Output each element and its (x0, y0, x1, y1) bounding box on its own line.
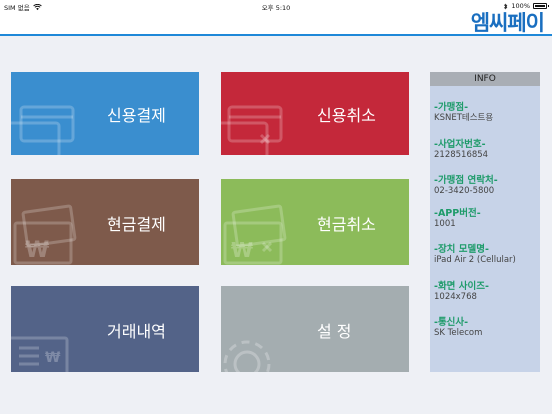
battery-percent: 100% (511, 2, 530, 10)
info-value: 2128516854 (434, 150, 489, 160)
info-value: iPad Air 2 (Cellular) (434, 255, 516, 265)
transaction-list-icon: ₩ (11, 336, 69, 372)
credit-card-cancel-icon (221, 105, 283, 155)
credit-cancel-button[interactable]: 신용취소 (221, 72, 409, 155)
tile-label: 현금결제 (107, 215, 166, 234)
cash-won-icon: ₩ (13, 204, 77, 265)
info-merchant: -가맹점- KSNET테스트용 (434, 102, 538, 124)
svg-text:₩: ₩ (45, 350, 61, 366)
info-key: -사업자번호- (434, 139, 486, 150)
info-title: INFO (430, 72, 540, 86)
gear-icon (223, 340, 271, 372)
app-logo: 엠씨페이 (470, 11, 545, 35)
cash-cancel-button[interactable]: ₩ 현금취소 (221, 179, 409, 265)
cash-payment-button[interactable]: ₩ 현금결제 (11, 179, 199, 265)
info-key: -가맹점- (434, 102, 469, 113)
info-device-model: -장치 모델명- iPad Air 2 (Cellular) (434, 244, 538, 266)
info-value: 1001 (434, 219, 456, 229)
info-value: SK Telecom (434, 328, 483, 338)
info-merchant-contact: -가맹점 연락처- 02-3420-5800 (434, 175, 538, 197)
info-key: -APP버전- (434, 208, 481, 219)
bluetooth-icon (504, 2, 508, 10)
info-carrier: -통신사- SK Telecom (434, 317, 538, 339)
transaction-history-button[interactable]: ₩ 거래내역 (11, 286, 199, 372)
tile-label: 신용결제 (107, 106, 166, 125)
info-key: -장치 모델명- (434, 244, 489, 255)
info-value: KSNET테스트용 (434, 113, 494, 123)
info-key: -가맹점 연락처- (434, 175, 498, 186)
cash-won-cancel-icon: ₩ (223, 204, 287, 265)
info-value: 02-3420-5800 (434, 186, 495, 196)
settings-button[interactable]: 설 정 (221, 286, 409, 372)
tile-label: 설 정 (317, 322, 352, 341)
info-screen-size: -화면 사이즈- 1024x768 (434, 281, 538, 303)
tile-label: 신용취소 (317, 106, 376, 125)
battery-icon (533, 3, 549, 9)
info-app-version: -APP버전- 1001 (434, 208, 538, 230)
info-value: 1024x768 (434, 292, 477, 302)
credit-payment-button[interactable]: 신용결제 (11, 72, 199, 155)
svg-text:₩: ₩ (231, 238, 253, 262)
info-business-number: -사업자번호- 2128516854 (434, 139, 538, 161)
credit-card-icon (11, 105, 75, 155)
tile-label: 현금취소 (317, 215, 376, 234)
app-header: 엠씨페이 (0, 11, 552, 36)
status-bar: SIM 없음 오후 5:10 100% (0, 0, 552, 12)
tile-label: 거래내역 (107, 322, 166, 341)
status-right: 100% (503, 2, 549, 10)
info-panel: INFO -가맹점- KSNET테스트용 -사업자번호- 2128516854 … (430, 72, 540, 372)
svg-text:₩: ₩ (25, 238, 49, 263)
info-key: -통신사- (434, 317, 469, 328)
info-key: -화면 사이즈- (434, 281, 489, 292)
